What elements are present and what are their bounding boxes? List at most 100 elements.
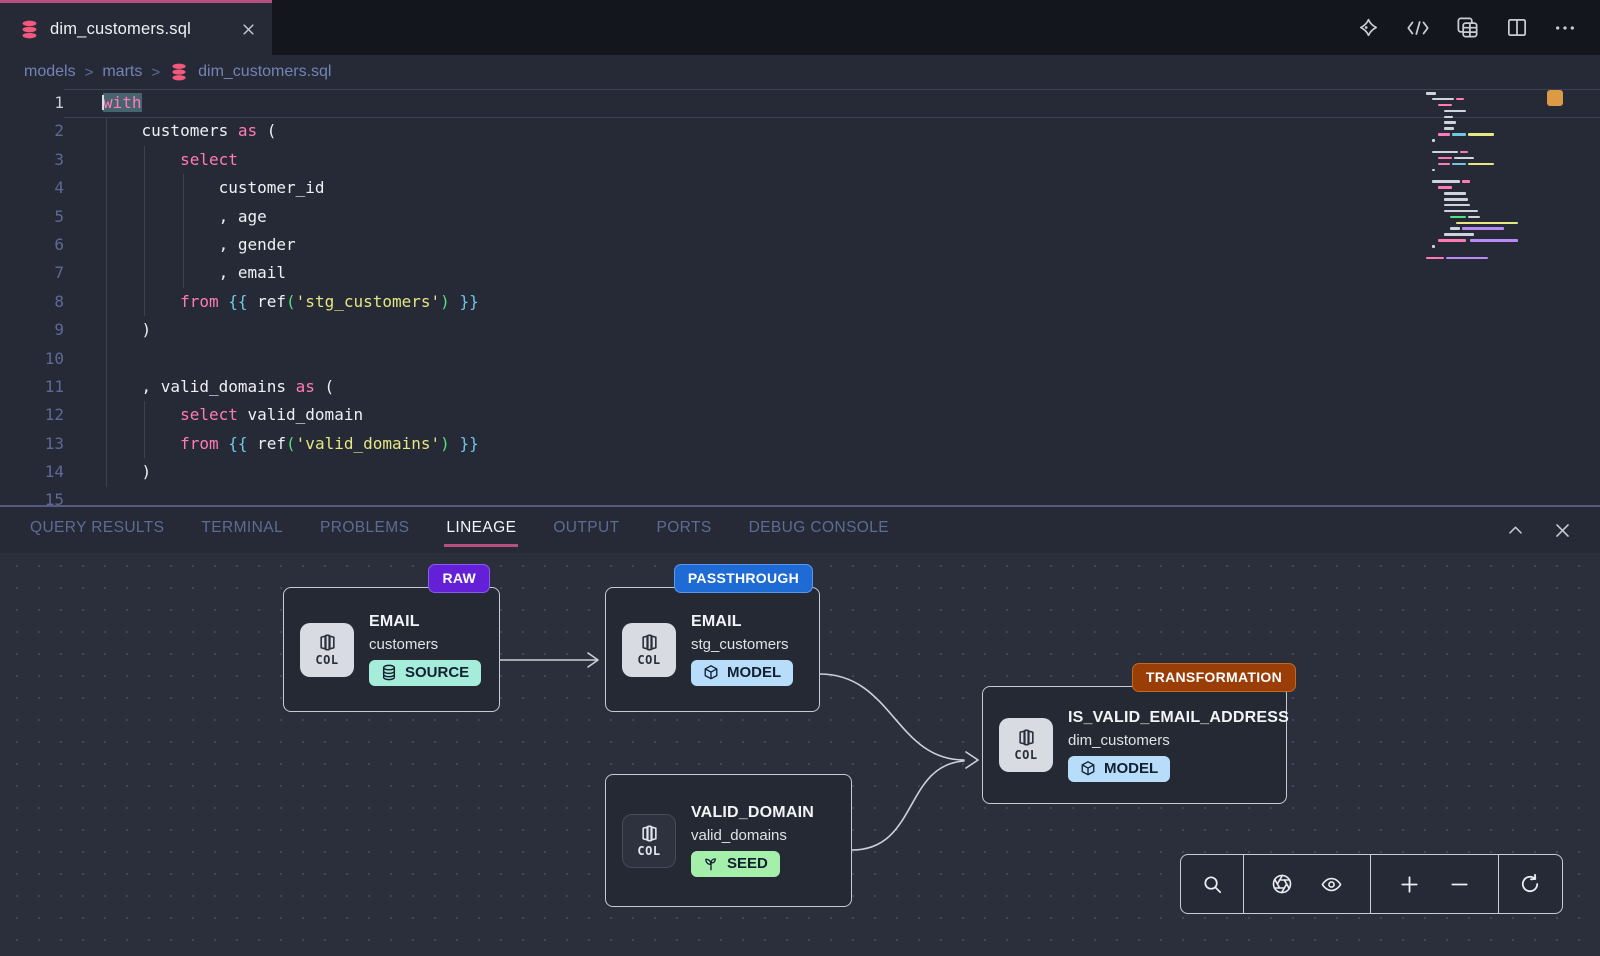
- copy-table-icon[interactable]: [1455, 15, 1480, 40]
- code-line[interactable]: 6 , gender: [0, 231, 1600, 259]
- more-icon[interactable]: [1554, 23, 1576, 33]
- panel-tab-output[interactable]: OUTPUT: [553, 513, 619, 547]
- columns-icon: [640, 633, 659, 652]
- line-content: [64, 486, 103, 505]
- breadcrumb-marts[interactable]: marts: [102, 63, 142, 81]
- editor-actions: [1356, 0, 1576, 55]
- line-content: from {{ ref('valid_domains') }}: [64, 430, 479, 458]
- pill-label: SOURCE: [405, 664, 469, 681]
- col-label: COL: [637, 844, 660, 858]
- code-line[interactable]: 12 select valid_domain: [0, 401, 1600, 429]
- dbt-logo-icon[interactable]: [1356, 16, 1381, 39]
- close-icon[interactable]: [1553, 521, 1572, 540]
- node-column-name: EMAIL: [691, 613, 793, 631]
- panel-tab-ports[interactable]: PORTS: [656, 513, 711, 547]
- line-number: 14: [0, 458, 64, 486]
- lineage-node-valid-domains[interactable]: COL VALID_DOMAIN valid_domains SEED: [605, 774, 852, 907]
- line-number: 15: [0, 486, 64, 505]
- code-area[interactable]: 1with2 customers as (3 select4 customer_…: [0, 89, 1600, 505]
- line-number: 8: [0, 288, 64, 316]
- code-line[interactable]: 7 , email: [0, 259, 1600, 287]
- line-number: 6: [0, 231, 64, 259]
- code-line[interactable]: 3 select: [0, 146, 1600, 174]
- lineage-node-customers[interactable]: RAW COL EMAIL customers: [283, 587, 500, 712]
- database-icon: [170, 63, 188, 81]
- code-line[interactable]: 4 customer_id: [0, 174, 1600, 202]
- overview-ruler-marker[interactable]: [1547, 90, 1563, 106]
- lineage-canvas[interactable]: RAW COL EMAIL customers: [0, 553, 1600, 956]
- zoom-in-icon[interactable]: [1398, 873, 1421, 896]
- chevron-up-icon[interactable]: [1506, 521, 1525, 540]
- code-icon[interactable]: [1406, 18, 1430, 38]
- code-line[interactable]: 2 customers as (: [0, 117, 1600, 145]
- line-number: 7: [0, 259, 64, 287]
- lineage-node-stg-customers[interactable]: PASSTHROUGH COL EMAIL stg_customers MODE…: [605, 587, 820, 712]
- code-line[interactable]: 13 from {{ ref('valid_domains') }}: [0, 430, 1600, 458]
- breadcrumb-separator: >: [151, 64, 160, 81]
- code-line[interactable]: 10: [0, 345, 1600, 373]
- lineage-toolbar: [1180, 854, 1563, 914]
- panel-tab-problems[interactable]: PROBLEMS: [320, 513, 409, 547]
- line-content: select: [64, 146, 238, 174]
- columns-icon: [640, 824, 659, 843]
- database-icon: [20, 20, 39, 39]
- node-column-name: IS_VALID_EMAIL_ADDRESS: [1068, 709, 1289, 727]
- line-number: 3: [0, 146, 64, 174]
- col-label: COL: [315, 653, 338, 667]
- line-number: 9: [0, 316, 64, 344]
- line-number: 12: [0, 401, 64, 429]
- split-editor-icon[interactable]: [1505, 16, 1529, 39]
- breadcrumb-models[interactable]: models: [24, 63, 76, 81]
- breadcrumb-separator: >: [85, 64, 94, 81]
- passthrough-badge: PASSTHROUGH: [674, 564, 813, 593]
- line-number: 1: [0, 89, 64, 117]
- transformation-badge: TRANSFORMATION: [1132, 663, 1296, 692]
- minimap[interactable]: [1426, 92, 1532, 263]
- node-model-name: stg_customers: [691, 636, 793, 653]
- bottom-panel: QUERY RESULTS TERMINAL PROBLEMS LINEAGE OUTP…: [0, 505, 1600, 956]
- node-model-name: dim_customers: [1068, 732, 1289, 749]
- panel-tab-debug-console[interactable]: DEBUG CONSOLE: [749, 513, 889, 547]
- seed-pill[interactable]: SEED: [691, 851, 780, 877]
- code-line[interactable]: 9 ): [0, 316, 1600, 344]
- model-pill[interactable]: MODEL: [691, 660, 793, 686]
- eye-icon[interactable]: [1319, 873, 1344, 896]
- code-line[interactable]: 8 from {{ ref('stg_customers') }}: [0, 288, 1600, 316]
- close-tab-icon[interactable]: [241, 22, 256, 37]
- tab-dim-customers[interactable]: dim_customers.sql: [0, 0, 272, 55]
- code-line[interactable]: 14 ): [0, 458, 1600, 486]
- code-line[interactable]: 5 , age: [0, 203, 1600, 231]
- raw-badge: RAW: [428, 564, 490, 593]
- line-number: 2: [0, 117, 64, 145]
- panel-tab-terminal[interactable]: TERMINAL: [201, 513, 283, 547]
- panel-tab-lineage[interactable]: LINEAGE: [446, 513, 516, 547]
- tab-bar: dim_customers.sql: [0, 0, 1600, 55]
- column-box: COL: [300, 623, 354, 677]
- line-content: , email: [64, 259, 286, 287]
- pill-label: MODEL: [1104, 760, 1158, 777]
- columns-icon: [1017, 728, 1036, 747]
- panel-header-actions: [1506, 521, 1572, 540]
- column-box: COL: [999, 718, 1053, 772]
- column-box: COL: [622, 814, 676, 868]
- search-icon[interactable]: [1201, 873, 1224, 896]
- lineage-node-dim-customers[interactable]: TRANSFORMATION COL IS_VALID_EMAIL_ADDRES…: [982, 686, 1287, 804]
- code-line[interactable]: 15: [0, 486, 1600, 505]
- line-number: 13: [0, 430, 64, 458]
- column-box: COL: [622, 623, 676, 677]
- code-line[interactable]: 1with: [0, 89, 1600, 117]
- code-line[interactable]: 11 , valid_domains as (: [0, 373, 1600, 401]
- line-content: , gender: [64, 231, 296, 259]
- source-pill[interactable]: SOURCE: [369, 660, 481, 686]
- refresh-icon[interactable]: [1518, 872, 1542, 896]
- pill-label: MODEL: [727, 664, 781, 681]
- panel-header: QUERY RESULTS TERMINAL PROBLEMS LINEAGE OUTP…: [0, 507, 1600, 553]
- line-number: 4: [0, 174, 64, 202]
- zoom-out-icon[interactable]: [1448, 873, 1471, 896]
- breadcrumb-file[interactable]: dim_customers.sql: [198, 63, 331, 81]
- panel-tabs: QUERY RESULTS TERMINAL PROBLEMS LINEAGE OUTP…: [30, 513, 889, 547]
- panel-tab-query-results[interactable]: QUERY RESULTS: [30, 513, 164, 547]
- model-pill[interactable]: MODEL: [1068, 756, 1170, 782]
- col-label: COL: [637, 653, 660, 667]
- aperture-icon[interactable]: [1270, 872, 1294, 896]
